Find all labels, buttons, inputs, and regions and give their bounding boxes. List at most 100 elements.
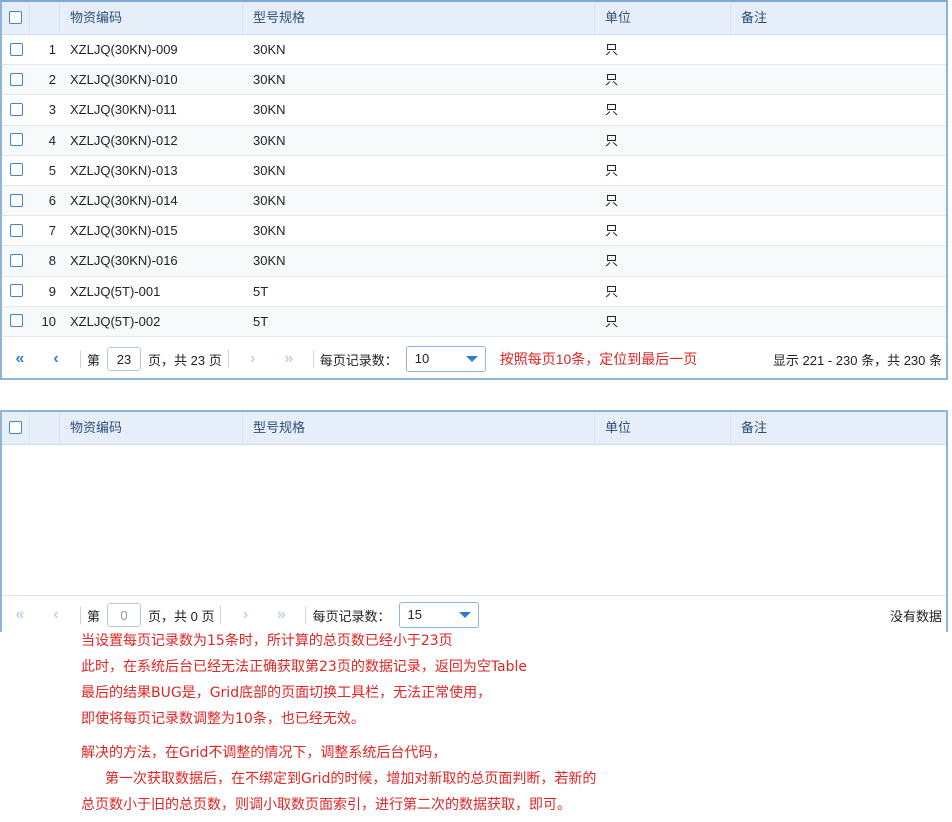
table-row[interactable]: 4 XZLJQ(30KN)-012 30KN 只: [2, 125, 946, 156]
row-number: 4: [48, 132, 56, 148]
checkbox-icon: [9, 193, 23, 207]
cell-unit: 只: [605, 283, 619, 299]
row-number: 2: [48, 72, 56, 88]
divider: [227, 350, 229, 368]
note-line: 最后的结果BUG是，Grid底部的页面切换工具栏，无法正常使用，: [81, 685, 492, 701]
checkbox-icon: [9, 72, 23, 86]
table-row[interactable]: 1 XZLJQ(30KN)-009 30KN 只: [2, 35, 946, 66]
column-header-unit[interactable]: 单位: [595, 2, 731, 34]
table-row[interactable]: 10 XZLJQ(5T)-002 5T 只: [2, 306, 946, 337]
cell-unit: 只: [605, 223, 619, 239]
row-number: 8: [48, 253, 56, 269]
cell-remark: [731, 246, 946, 275]
cell-remark: [731, 277, 946, 306]
column-header-unit[interactable]: 单位: [595, 412, 731, 444]
cell-model: 30KN: [253, 162, 286, 178]
table-row[interactable]: 7 XZLJQ(30KN)-015 30KN 只: [2, 216, 946, 247]
select-all-checkbox[interactable]: [2, 2, 30, 34]
cell-model: 5T: [253, 313, 269, 329]
cell-model: 30KN: [253, 253, 286, 269]
prev-page-button[interactable]: ‹: [38, 606, 74, 624]
last-page-button[interactable]: »: [271, 350, 307, 368]
checkbox-icon: [9, 314, 23, 328]
row-checkbox[interactable]: [2, 35, 30, 64]
table-row[interactable]: 9 XZLJQ(5T)-001 5T 只: [2, 277, 946, 307]
double-chevron-left-icon: «: [15, 350, 25, 367]
column-header-model[interactable]: 型号规格: [243, 2, 595, 34]
next-page-button[interactable]: ›: [235, 350, 271, 368]
row-checkbox[interactable]: [2, 307, 30, 336]
first-page-button[interactable]: «: [2, 606, 38, 624]
cell-remark: [731, 307, 946, 336]
row-number: 10: [41, 313, 56, 329]
checkbox-icon: [9, 133, 23, 147]
cell-remark: [731, 65, 946, 94]
grid-header: 物资编码 型号规格 单位 备注: [2, 412, 946, 445]
select-all-checkbox[interactable]: [2, 412, 30, 444]
column-header-model[interactable]: 型号规格: [243, 412, 595, 444]
cell-code: XZLJQ(30KN)-012: [70, 132, 178, 148]
cell-unit: 只: [605, 313, 619, 329]
page-size-label: 每页记录数：: [319, 352, 398, 368]
row-checkbox[interactable]: [2, 156, 30, 185]
row-checkbox[interactable]: [2, 95, 30, 124]
cell-code: XZLJQ(30KN)-014: [70, 192, 178, 208]
page-size-select[interactable]: 10: [405, 346, 486, 372]
cell-remark: [731, 216, 946, 245]
page-size-select[interactable]: 15: [398, 602, 479, 628]
cell-code: XZLJQ(5T)-001: [70, 283, 161, 299]
page-total-label: 页，共 0 页: [148, 608, 215, 624]
column-header-code[interactable]: 物资编码: [60, 412, 243, 444]
cell-unit: 只: [605, 162, 619, 178]
note-line: 此时，在系统后台已经无法正确获取第23页的数据记录，返回为空Table: [81, 659, 528, 675]
note-line: 解决的方法，在Grid不调整的情况下，调整系统后台代码，: [81, 745, 447, 761]
last-page-button[interactable]: »: [263, 606, 299, 624]
table-row[interactable]: 3 XZLJQ(30KN)-011 30KN 只: [2, 95, 946, 126]
checkbox-icon: [9, 284, 23, 298]
page-number-input[interactable]: 23: [107, 347, 142, 371]
double-chevron-right-icon: »: [277, 606, 286, 623]
next-page-button[interactable]: ›: [227, 606, 263, 624]
table-row[interactable]: 2 XZLJQ(30KN)-010 30KN 只: [2, 65, 946, 96]
row-checkbox[interactable]: [2, 186, 30, 215]
column-header-remark[interactable]: 备注: [731, 412, 946, 444]
note-line: 第一次获取数据后，在不绑定到Grid的时候，增加对新取的总页面判断，若新的: [105, 771, 597, 787]
cell-unit: 只: [605, 132, 619, 148]
cell-remark: [731, 186, 946, 215]
table-row[interactable]: 6 XZLJQ(30KN)-014 30KN 只: [2, 185, 946, 217]
checkbox-icon: [9, 253, 23, 267]
page-size-value: 15: [407, 607, 422, 622]
first-page-button[interactable]: «: [2, 350, 38, 368]
chevron-right-icon: ›: [250, 350, 256, 367]
table-row[interactable]: 5 XZLJQ(30KN)-013 30KN 只: [2, 156, 946, 186]
cell-code: XZLJQ(30KN)-016: [70, 253, 178, 269]
page-number-input[interactable]: 0: [107, 603, 142, 627]
cell-code: XZLJQ(30KN)-015: [70, 223, 178, 239]
row-checkbox[interactable]: [2, 126, 30, 155]
row-number: 1: [48, 42, 56, 57]
table-row[interactable]: 8 XZLJQ(30KN)-016 30KN 只: [2, 246, 946, 277]
row-number: 3: [48, 102, 56, 118]
row-checkbox[interactable]: [2, 216, 30, 245]
row-checkbox[interactable]: [2, 246, 30, 275]
row-number: 7: [48, 223, 56, 239]
cell-unit: 只: [605, 72, 619, 88]
row-checkbox[interactable]: [2, 65, 30, 94]
page-label-prefix: 第: [87, 608, 101, 624]
column-header-remark[interactable]: 备注: [731, 2, 946, 34]
page-total-label: 页，共 23 页: [148, 352, 222, 368]
cell-unit: 只: [605, 192, 619, 208]
column-header-code[interactable]: 物资编码: [60, 2, 243, 34]
page-size-value: 10: [414, 351, 430, 366]
row-checkbox[interactable]: [2, 277, 30, 306]
divider: [80, 350, 81, 368]
caret-down-icon: [458, 612, 471, 618]
chevron-right-icon: ›: [242, 606, 249, 623]
checkbox-icon: [9, 163, 23, 177]
row-number: 9: [48, 283, 56, 299]
prev-page-button[interactable]: ‹: [38, 350, 74, 368]
pagination-bar: « ‹ 第 23 页，共 23 页 › » 每页记录数： 10 按照每页10条，…: [2, 342, 946, 376]
explanation-notes: 当设置每页记录数为15条时，所计算的总页数已经小于23页 此时，在系统后台已经无…: [81, 628, 596, 818]
row-number-header: [30, 2, 60, 34]
